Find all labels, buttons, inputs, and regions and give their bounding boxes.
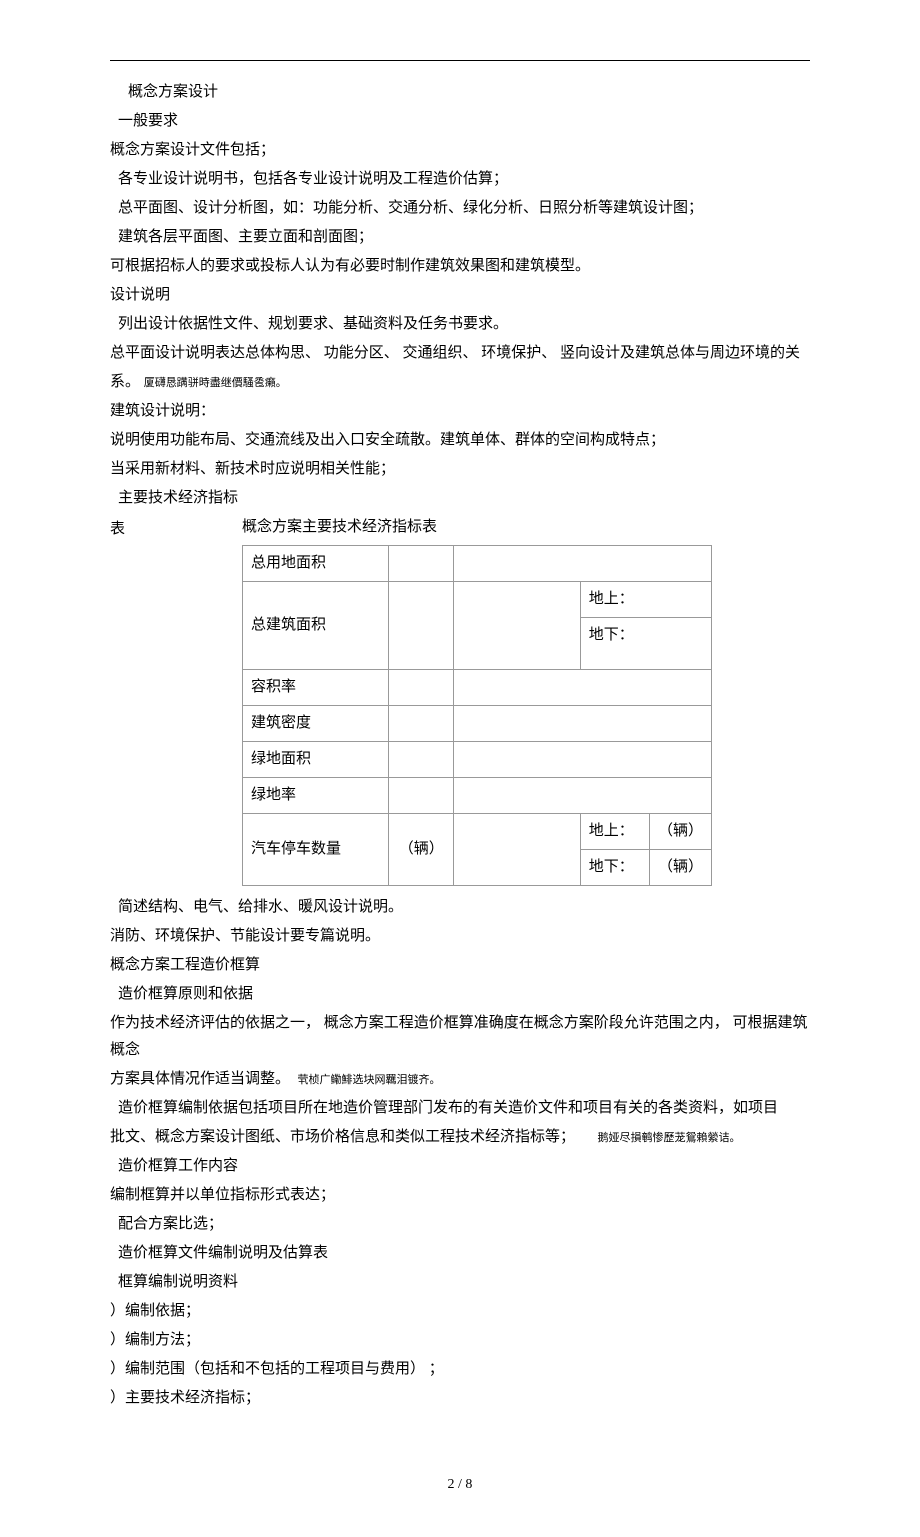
table-caption-left: 表 [110,514,242,543]
cell-sub-label: 地下： [580,850,649,886]
text-line: 作为技术经济评估的依据之一， 概念方案工程造价框算准确度在概念方案阶段允许范围之… [110,1010,810,1064]
small-note: 鹅娅尽損鹌惨歷茏鴛賴縈诘。 [598,1132,741,1144]
text-fragment: 系。 [110,374,140,390]
cell-sub-unit: （辆） [649,850,711,886]
text-line: 说明使用功能布局、交通流线及出入口安全疏散。建筑单体、群体的空间构成特点； [110,427,810,454]
cell-empty [389,742,454,778]
text-line: 系。 厦礴恳蹒骈時盡继價騷卺癩。 [110,369,810,396]
cell-empty [454,742,712,778]
horizontal-rule [110,60,810,61]
heading-design-notes: 设计说明 [110,282,810,309]
sub-below: 地下： [581,618,711,669]
text-line: 可根据招标人的要求或投标人认为有必要时制作建筑效果图和建筑模型。 [110,253,810,280]
heading-compile-notes: 框算编制说明资料 [110,1269,810,1296]
text-line: 建筑各层平面图、主要立面和剖面图； [110,224,810,251]
table-title: 概念方案主要技术经济指标表 [242,514,810,541]
cell-empty [454,670,712,706]
table-row: 汽车停车数量 （辆） 地上： （辆） [243,814,712,850]
cell-empty [454,546,712,582]
table-row: 总用地面积 [243,546,712,582]
text-line: 总平面设计说明表达总体构思、 功能分区、 交通组织、 环境保护、 竖向设计及建筑… [110,340,810,367]
indicator-table: 总用地面积 总建筑面积 地上： 地下： 容积率 建筑密度 [242,545,712,886]
heading-general-req: 一般要求 [110,108,810,135]
text-fragment: 批文、概念方案设计图纸、市场价格信息和类似工程技术经济指标等； [110,1129,575,1145]
table-row: 建筑密度 [243,706,712,742]
cell-sub-unit: （辆） [649,814,711,850]
text-line: 总平面图、设计分析图，如：功能分析、交通分析、绿化分析、日照分析等建筑设计图； [110,195,810,222]
cell-empty [454,582,580,670]
list-item: ）编制方法； [110,1327,810,1354]
cell-empty [454,814,580,886]
heading-concept-design: 概念方案设计 [110,79,810,106]
table-row: 绿地面积 [243,742,712,778]
text-line: 概念方案设计文件包括； [110,137,810,164]
text-line: 造价框算文件编制说明及估算表 [110,1240,810,1267]
text-line: 批文、概念方案设计图纸、市场价格信息和类似工程技术经济指标等； 鹅娅尽損鹌惨歷茏… [110,1124,810,1151]
text-fragment: 方案具体情况作适当调整。 [110,1071,290,1087]
page-number: 2 / 8 [110,1472,810,1497]
table-row: 容积率 [243,670,712,706]
cell-empty [389,546,454,582]
cell-sub: 地上： 地下： [580,582,711,670]
table-row: 绿地率 [243,778,712,814]
cell-label: 汽车停车数量 [243,814,389,886]
text-line: 列出设计依据性文件、规划要求、基础资料及任务书要求。 [110,311,810,338]
list-item: ）主要技术经济指标； [110,1385,810,1412]
cell-label: 绿地率 [243,778,389,814]
text-line: 当采用新材料、新技术时应说明相关性能； [110,456,810,483]
text-line: 造价框算编制依据包括项目所在地造价管理部门发布的有关造价文件和项目有关的各类资料… [110,1095,810,1122]
cell-label: 建筑密度 [243,706,389,742]
small-note: 茕桢广鳓鯡选块网羈泪镀齐。 [298,1074,441,1086]
heading-cost-work: 造价框算工作内容 [110,1153,810,1180]
table-row: 总建筑面积 地上： 地下： [243,582,712,670]
cell-label: 绿地面积 [243,742,389,778]
cell-empty [389,706,454,742]
text-line: 编制框算并以单位指标形式表达； [110,1182,810,1209]
heading-arch-notes: 建筑设计说明： [110,398,810,425]
heading-tech-econ: 主要技术经济指标 [110,485,810,512]
heading-cost-principle: 造价框算原则和依据 [110,981,810,1008]
cell-label: 总建筑面积 [243,582,389,670]
cell-unit: （辆） [389,814,454,886]
cell-label: 总用地面积 [243,546,389,582]
text-line: 配合方案比选； [110,1211,810,1238]
heading-cost-estimate: 概念方案工程造价框算 [110,952,810,979]
cell-empty [389,670,454,706]
cell-empty [454,706,712,742]
text-line: 简述结构、电气、给排水、暖风设计说明。 [110,894,810,921]
cell-empty [389,778,454,814]
text-line: 消防、环境保护、节能设计要专篇说明。 [110,923,810,950]
text-line: 各专业设计说明书，包括各专业设计说明及工程造价估算； [110,166,810,193]
list-item: ）编制依据； [110,1298,810,1325]
cell-empty [389,582,454,670]
sub-above: 地上： [581,582,711,618]
cell-sub-label: 地上： [580,814,649,850]
text-line: 方案具体情况作适当调整。 茕桢广鳓鯡选块网羈泪镀齐。 [110,1066,810,1093]
small-note: 厦礴恳蹒骈時盡继價騷卺癩。 [144,377,287,389]
list-item: ）编制范围（包括和不包括的工程项目与费用） ； [110,1356,810,1383]
cell-empty [454,778,712,814]
table-section: 表 概念方案主要技术经济指标表 总用地面积 总建筑面积 地上： 地下： 容积率 [110,514,810,886]
cell-label: 容积率 [243,670,389,706]
